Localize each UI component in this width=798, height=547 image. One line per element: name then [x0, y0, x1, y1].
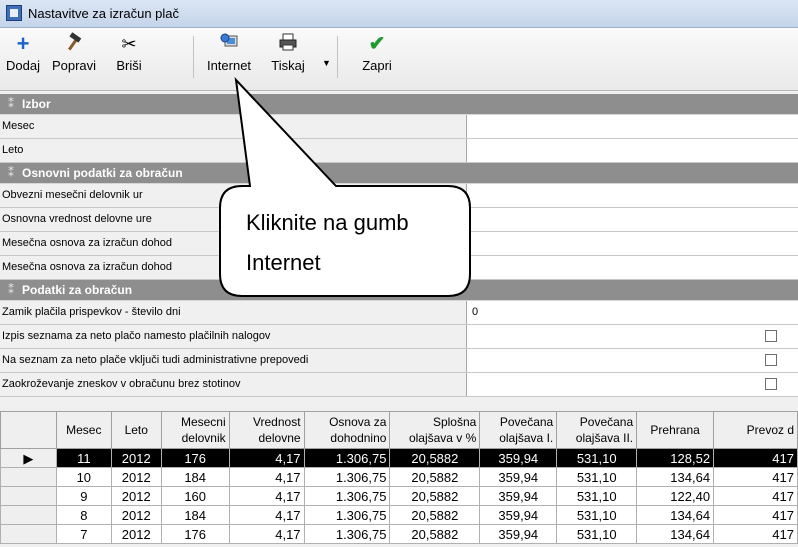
- column-header[interactable]: Mesec: [55, 411, 112, 449]
- column-header[interactable]: Povečana olajšava II.: [556, 411, 638, 449]
- checkbox[interactable]: [765, 378, 777, 390]
- collapse-icon: ⁑: [8, 166, 14, 180]
- property-row[interactable]: Izpis seznama za neto plačo namesto plač…: [0, 325, 798, 349]
- title-bar: Nastavitve za izračun plač: [0, 0, 798, 28]
- property-value[interactable]: 0: [472, 301, 478, 324]
- property-row[interactable]: Zamik plačila prispevkov - število dni 0: [0, 301, 798, 325]
- checkbox[interactable]: [765, 354, 777, 366]
- column-header[interactable]: Osnova za dohodnino: [303, 411, 391, 449]
- current-row-arrow-icon: ▶: [0, 448, 57, 468]
- internet-button[interactable]: Internet: [196, 32, 262, 84]
- delete-button[interactable]: ✂ Briši: [106, 32, 152, 84]
- column-header[interactable]: Splošna olajšava v %: [389, 411, 481, 449]
- table-row[interactable]: 9 2012 160 4,17 1.306,75 20,5882 359,94 …: [0, 486, 798, 506]
- toolbar-separator: [193, 36, 194, 78]
- data-table: Mesec Leto Mesecni delovnik Vrednost del…: [0, 411, 798, 544]
- column-header[interactable]: Leto: [110, 411, 162, 449]
- property-row-month[interactable]: Mesec: [0, 115, 798, 139]
- hammer-icon: [46, 32, 102, 56]
- table-row[interactable]: ▶ 11 2012 176 4,17 1.306,75 20,5882 359,…: [0, 448, 798, 468]
- close-button[interactable]: ✔ Zapri: [352, 32, 402, 84]
- column-header[interactable]: Mesecni delovnik: [160, 411, 230, 449]
- scissors-icon: ✂: [121, 34, 137, 54]
- table-row[interactable]: 10 2012 184 4,17 1.306,75 20,5882 359,94…: [0, 467, 798, 487]
- printer-icon: [262, 32, 314, 56]
- edit-button[interactable]: Popravi: [46, 32, 102, 84]
- callout-text: Kliknite na gumb Internet: [246, 210, 409, 275]
- section-izbor[interactable]: ⁑ Izbor: [0, 94, 798, 115]
- collapse-icon: ⁑: [8, 97, 14, 111]
- column-header[interactable]: Prevoz d: [713, 411, 798, 449]
- collapse-icon: ⁑: [8, 283, 14, 297]
- property-row[interactable]: Zaokroževanje zneskov v obračunu brez st…: [0, 373, 798, 397]
- plus-icon: +: [16, 31, 30, 56]
- section-osnovni[interactable]: ⁑ Osnovni podatki za obračun: [0, 163, 798, 184]
- column-header[interactable]: Vrednost delovne: [228, 411, 305, 449]
- property-row[interactable]: Na seznam za neto plače vključi tudi adm…: [0, 349, 798, 373]
- checkbox[interactable]: [765, 330, 777, 342]
- table-row[interactable]: 7 2012 176 4,17 1.306,75 20,5882 359,94 …: [0, 524, 798, 544]
- checkmark-icon: ✔: [368, 33, 386, 55]
- print-dropdown-arrow-icon[interactable]: ▼: [322, 58, 331, 68]
- print-button[interactable]: Tiskaj: [262, 32, 314, 84]
- row-indicator-header: [0, 411, 57, 449]
- window-title: Nastavitve za izračun plač: [28, 6, 180, 21]
- add-button[interactable]: + Dodaj: [2, 32, 44, 84]
- column-header[interactable]: Prehrana: [636, 411, 715, 449]
- table-row[interactable]: 8 2012 184 4,17 1.306,75 20,5882 359,94 …: [0, 505, 798, 525]
- toolbar: + Dodaj Popravi ✂ Briši Internet Tiskaj …: [0, 28, 798, 91]
- property-row-year[interactable]: Leto: [0, 139, 798, 163]
- internet-icon: [196, 32, 262, 56]
- app-icon: [6, 5, 22, 21]
- column-header[interactable]: Povečana olajšava I.: [479, 411, 558, 449]
- toolbar-separator: [337, 36, 338, 78]
- section-podatki[interactable]: ⁑ Podatki za obračun: [0, 280, 798, 301]
